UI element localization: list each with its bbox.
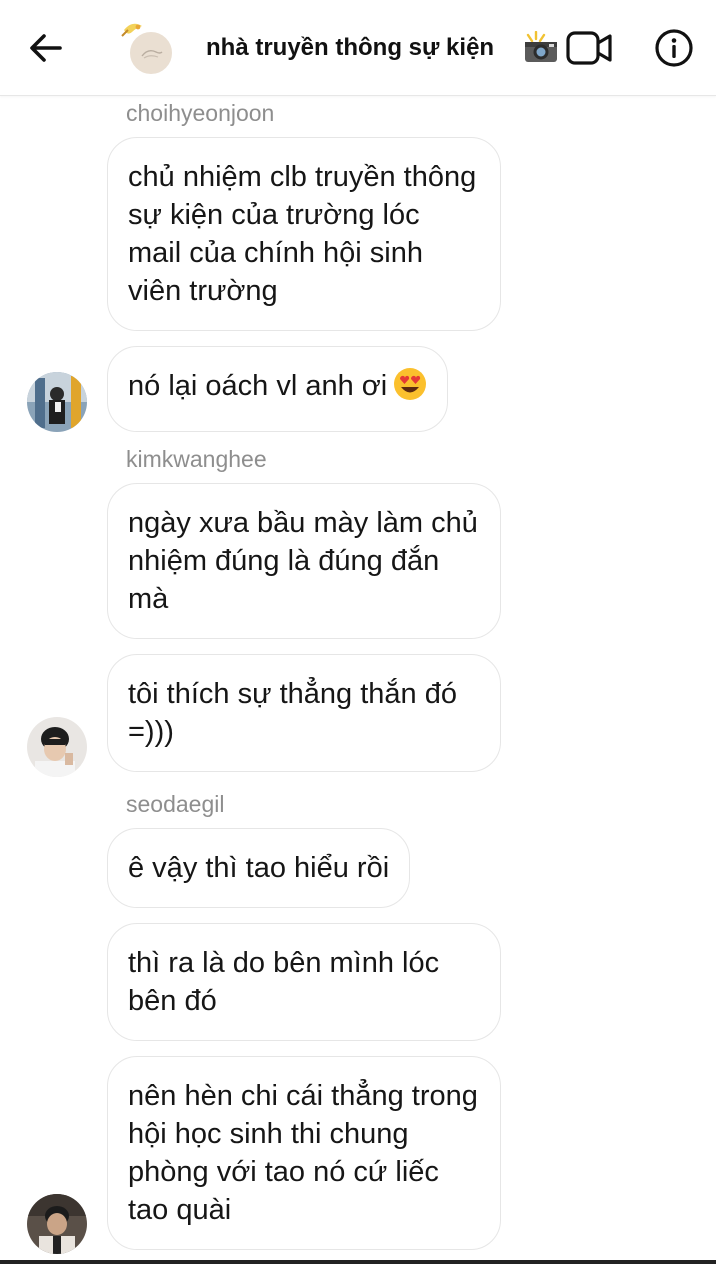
screen-bottom-edge: [0, 1260, 716, 1264]
message-bubble[interactable]: thì ra là do bên mình lóc bên đó: [107, 923, 501, 1041]
message-bubble[interactable]: nó lại oách vl anh ơi: [107, 346, 449, 432]
group-avatar-member-2: [128, 30, 174, 76]
camera-with-flash-icon: [525, 31, 557, 62]
info-icon: [655, 29, 693, 67]
chat-screen: nhà truyền thông sự kiện choihyeonjoon c…: [0, 0, 716, 1264]
sender-name: choihyeonjoon: [126, 100, 275, 126]
message-text: nên hèn chi cái thẳng trong hội học sinh…: [128, 1080, 478, 1226]
chat-header: nhà truyền thông sự kiện: [0, 0, 716, 96]
message-text: ngày xưa bầu mày làm chủ nhiệm đúng là đ…: [128, 507, 478, 615]
message-bubble[interactable]: ngày xưa bầu mày làm chủ nhiệm đúng là đ…: [107, 483, 501, 639]
back-button[interactable]: [26, 28, 66, 68]
arrow-left-icon: [30, 34, 62, 62]
message-text: tôi thích sự thẳng thắn đó =))): [128, 678, 457, 748]
message-text: chủ nhiệm clb truyền thông sự kiện của t…: [128, 161, 477, 307]
chat-title[interactable]: nhà truyền thông sự kiện: [206, 34, 494, 62]
message-text: ê vậy thì tao hiểu rồi: [128, 852, 390, 884]
message-bubble[interactable]: chủ nhiệm clb truyền thông sự kiện của t…: [107, 137, 501, 331]
sender-name: kimkwanghee: [126, 446, 267, 472]
conversation-info-button[interactable]: [654, 28, 694, 68]
sender-avatar-choihyeonjoon[interactable]: [27, 372, 87, 432]
video-call-button[interactable]: [566, 30, 614, 66]
message-bubble[interactable]: tôi thích sự thẳng thắn đó =))): [107, 654, 501, 772]
video-camera-icon: [566, 31, 612, 65]
message-text: nó lại oách vl anh ơi: [128, 370, 388, 402]
group-avatar[interactable]: [116, 16, 178, 78]
sender-avatar-kimkwanghee[interactable]: [27, 717, 87, 777]
sender-avatar-seodaegil[interactable]: [27, 1194, 87, 1254]
message-text: thì ra là do bên mình lóc bên đó: [128, 947, 440, 1017]
message-bubble[interactable]: nên hèn chi cái thẳng trong hội học sinh…: [107, 1056, 501, 1250]
message-bubble[interactable]: ê vậy thì tao hiểu rồi: [107, 828, 411, 908]
heart-eyes-emoji: [393, 367, 427, 411]
sender-name: seodaegil: [126, 791, 225, 817]
